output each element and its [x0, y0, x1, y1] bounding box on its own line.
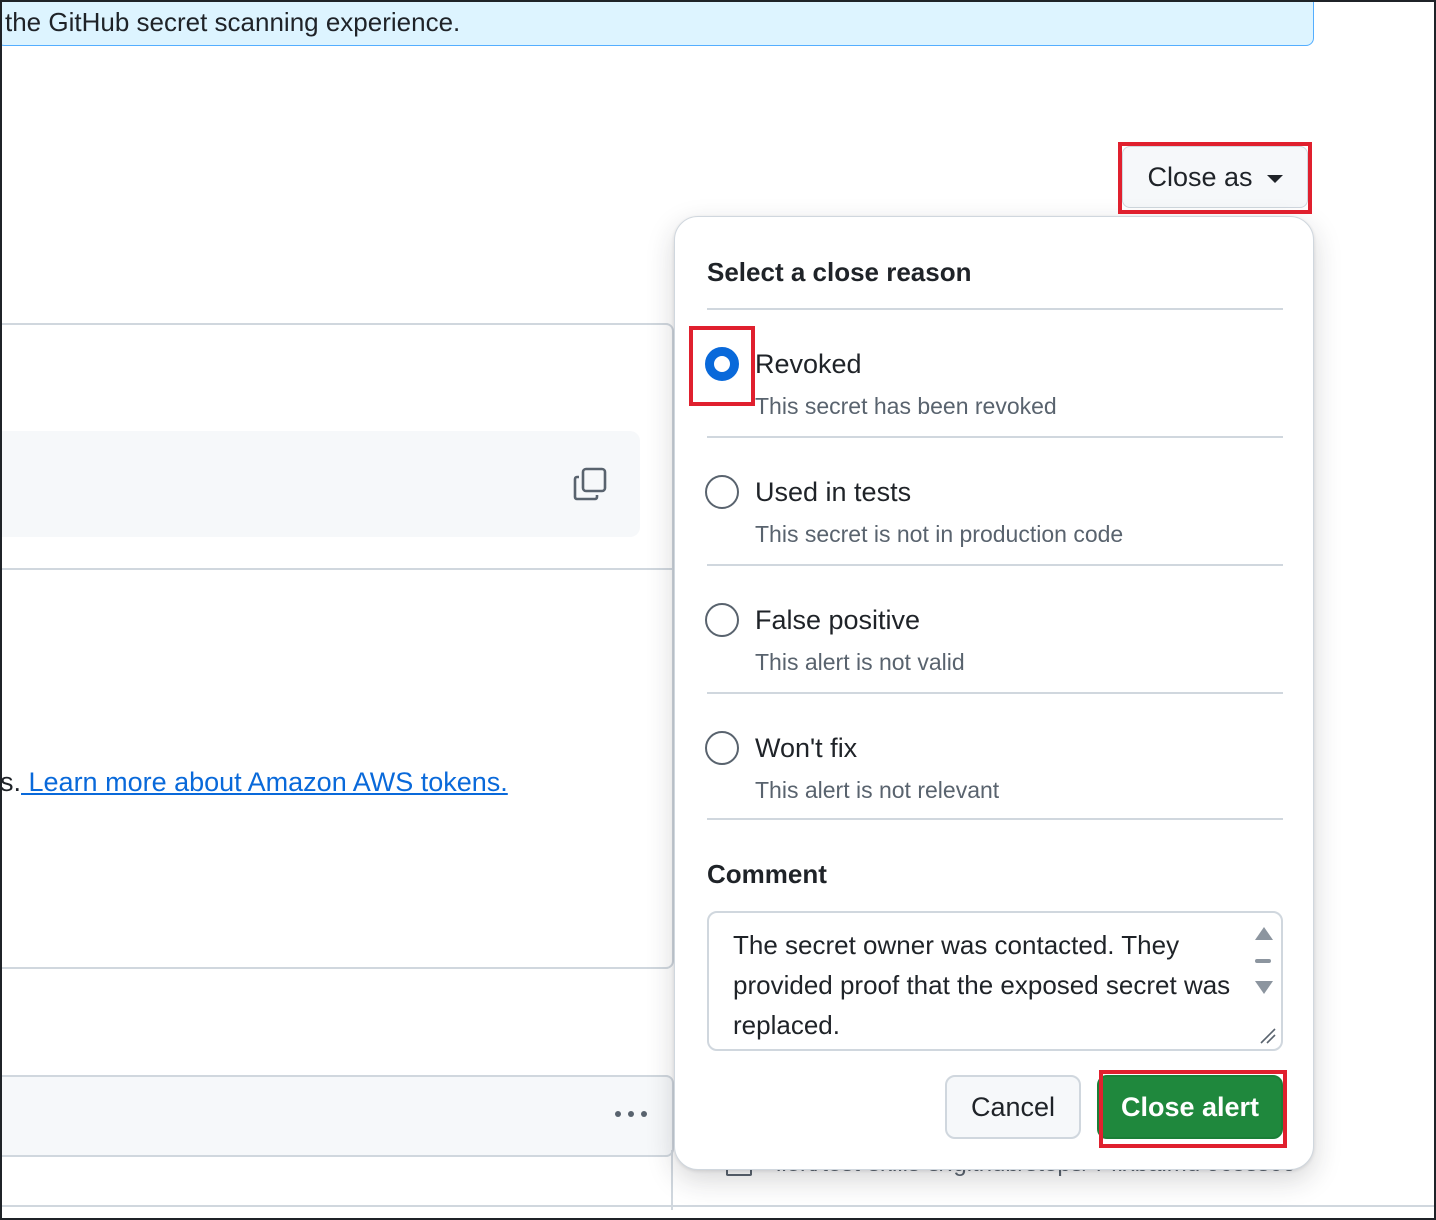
option-description: This secret is not in production code — [755, 521, 1124, 547]
option-label: False positive — [755, 605, 921, 635]
column-divider — [671, 1150, 673, 1210]
comment-text: The secret owner was contacted. They pro… — [733, 930, 1231, 1040]
option-revoked[interactable]: Revoked This secret has been revoked — [705, 333, 1285, 453]
secret-value-field — [0, 431, 640, 537]
radio-revoked[interactable] — [705, 347, 739, 381]
resize-grip-icon[interactable] — [1255, 1023, 1277, 1045]
secret-description: s. Learn more about Amazon AWS tokens. — [0, 767, 508, 798]
kebab-horizontal-icon[interactable] — [612, 1104, 652, 1124]
cancel-button[interactable]: Cancel — [945, 1075, 1081, 1139]
option-separator — [707, 692, 1283, 694]
secret-panel — [0, 323, 674, 969]
close-as-label: Close as — [1147, 161, 1253, 192]
option-separator — [707, 818, 1283, 820]
radio-false-positive[interactable] — [705, 603, 739, 637]
close-reason-dialog: Select a close reason Revoked This secre… — [674, 216, 1314, 1170]
caret-down-icon — [1266, 175, 1283, 183]
radio-used-in-tests[interactable] — [705, 475, 739, 509]
option-label: Won't fix — [755, 733, 858, 763]
radio-wont-fix[interactable] — [705, 731, 739, 765]
dialog-title: Select a close reason — [707, 257, 972, 287]
option-separator — [707, 436, 1283, 438]
info-banner: the GitHub secret scanning experience. — [0, 0, 1314, 46]
banner-text: the GitHub secret scanning experience. — [5, 7, 461, 37]
scroll-up-icon[interactable] — [1255, 927, 1273, 940]
location-bar — [0, 1075, 674, 1157]
option-label: Used in tests — [755, 477, 912, 507]
panel-divider — [0, 568, 672, 570]
option-description: This alert is not valid — [755, 649, 965, 675]
description-prefix: s. — [0, 767, 22, 797]
option-false-positive[interactable]: False positive This alert is not valid — [705, 589, 1285, 709]
scroll-down-icon[interactable] — [1255, 981, 1273, 994]
option-description: This secret has been revoked — [755, 393, 1057, 419]
option-separator — [707, 564, 1283, 566]
comment-textarea[interactable]: The secret owner was contacted. They pro… — [707, 911, 1283, 1051]
option-label: Revoked — [755, 349, 862, 379]
bottom-divider — [0, 1205, 1436, 1207]
copy-icon[interactable] — [572, 466, 608, 502]
option-used-in-tests[interactable]: Used in tests This secret is not in prod… — [705, 461, 1285, 581]
learn-more-link[interactable]: Learn more about Amazon AWS tokens. — [21, 767, 508, 797]
comment-label: Comment — [707, 859, 827, 889]
dialog-separator — [707, 308, 1283, 310]
option-description: This alert is not relevant — [755, 777, 1000, 803]
scrollbar-thumb[interactable] — [1255, 959, 1271, 963]
close-alert-button[interactable]: Close alert — [1097, 1075, 1283, 1139]
close-as-button[interactable]: Close as — [1122, 146, 1308, 208]
